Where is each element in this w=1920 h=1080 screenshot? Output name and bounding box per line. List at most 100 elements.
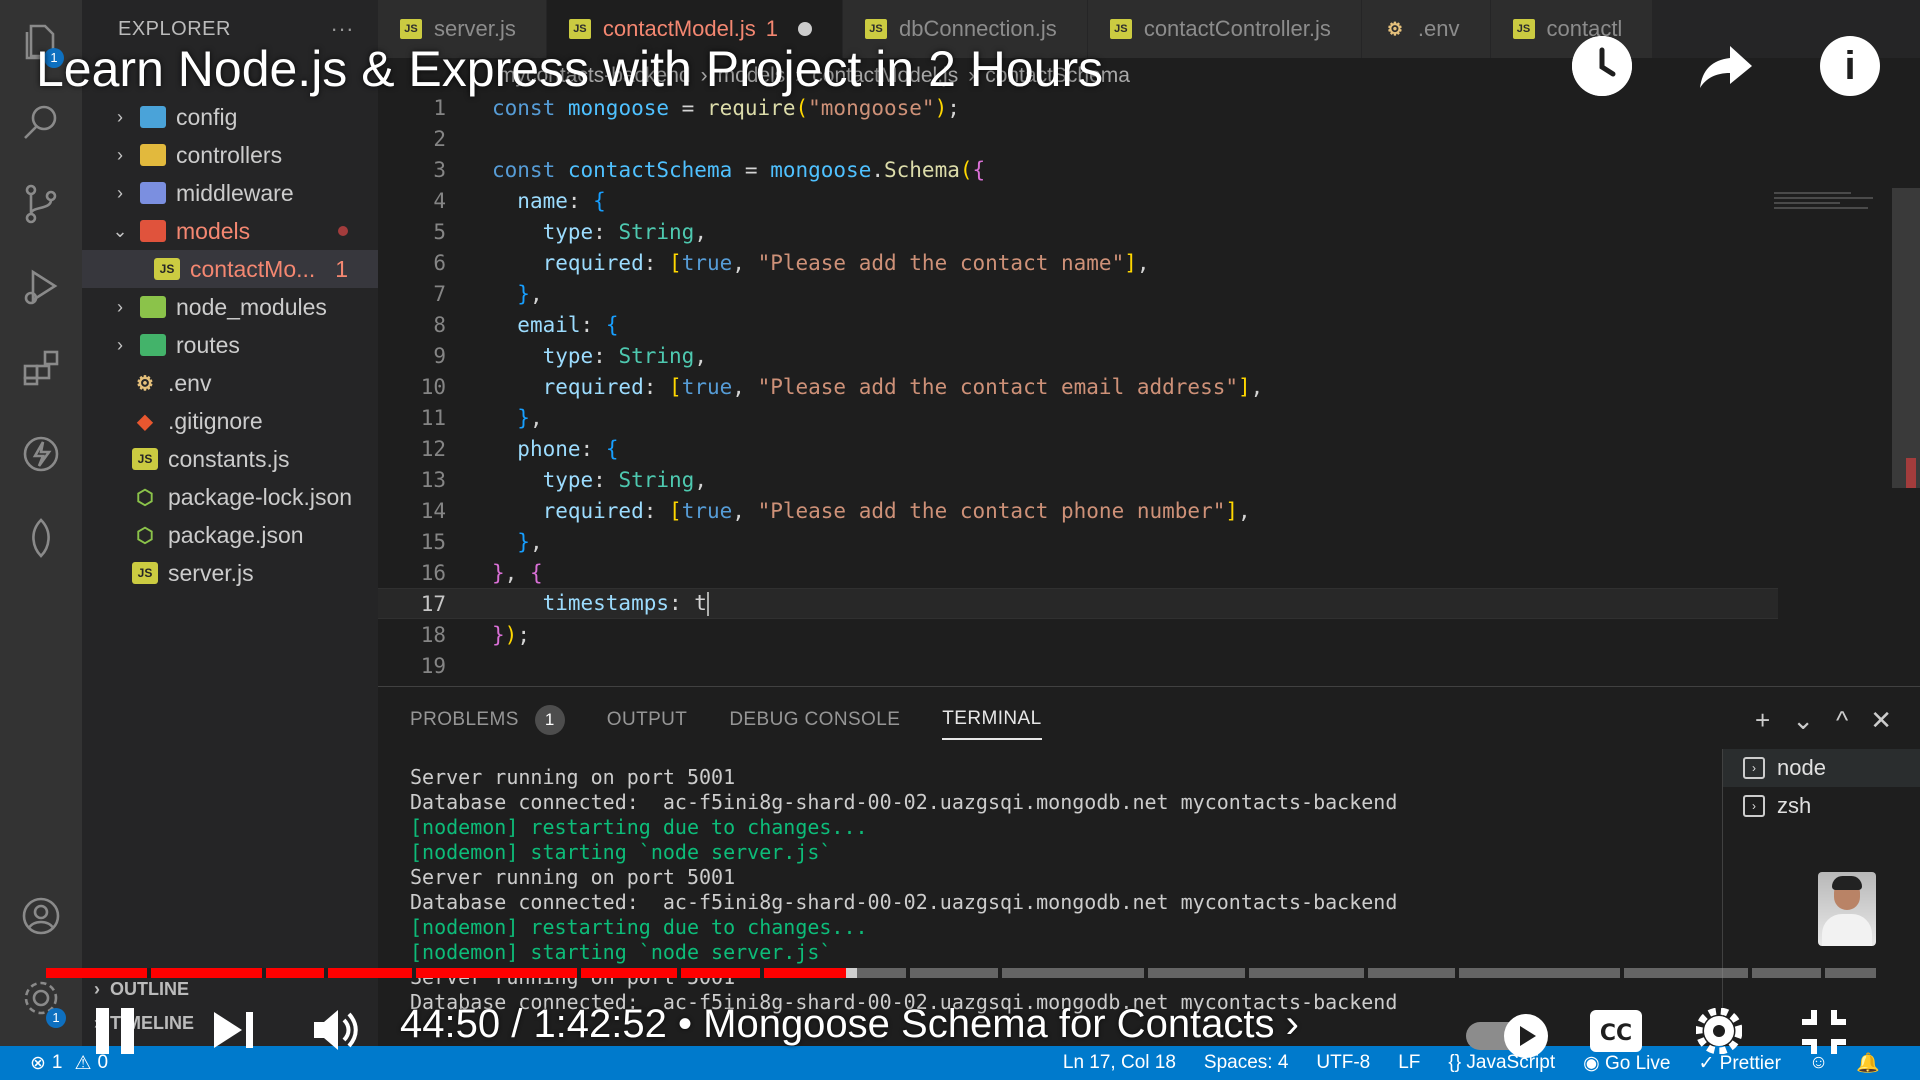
code-text: phone: { bbox=[517, 436, 619, 461]
line-number: 9 bbox=[433, 343, 446, 368]
next-icon[interactable] bbox=[212, 1010, 256, 1055]
presenter-avatar bbox=[1818, 872, 1876, 946]
panel-tab-problems[interactable]: PROBLEMS 1 bbox=[410, 700, 565, 740]
tree-item-config[interactable]: › config bbox=[82, 98, 378, 136]
chapter-marker bbox=[997, 968, 1002, 978]
editor-tab[interactable]: JS contactController.js bbox=[1087, 0, 1362, 58]
code-line[interactable]: 19 bbox=[378, 650, 1778, 681]
chevron-right-icon: › bbox=[117, 182, 123, 203]
run-debug-icon[interactable] bbox=[0, 246, 82, 326]
settings-icon[interactable] bbox=[1695, 1007, 1743, 1059]
tree-item-routes[interactable]: › routes bbox=[82, 326, 378, 364]
tree-item-gitignore[interactable]: ◆ .gitignore bbox=[82, 402, 378, 440]
panel-tab-output[interactable]: OUTPUT bbox=[607, 700, 688, 740]
code-editor[interactable]: 1 const mongoose = require("mongoose"); 2 3… bbox=[378, 94, 1920, 686]
tree-item-package-lock-json[interactable]: ⬡ package-lock.json bbox=[82, 478, 378, 516]
mongodb-leaf-icon[interactable] bbox=[0, 498, 82, 578]
code-line[interactable]: 8 email: { bbox=[378, 309, 1778, 340]
video-title[interactable]: Learn Node.js & Express with Project in … bbox=[36, 40, 1103, 98]
exit-fullscreen-icon[interactable] bbox=[1800, 1008, 1848, 1061]
tree-item-models[interactable]: ⌄ models bbox=[82, 212, 378, 250]
code-line[interactable]: 17 timestamps: t bbox=[378, 588, 1778, 619]
extensions-icon[interactable] bbox=[0, 328, 82, 408]
chapter-marker bbox=[1363, 968, 1368, 978]
chapter-marker bbox=[412, 968, 416, 978]
lightning-icon[interactable] bbox=[0, 414, 82, 494]
watch-later-icon[interactable] bbox=[1572, 36, 1632, 96]
code-text: }, bbox=[517, 529, 543, 554]
js-file-icon: JS bbox=[865, 19, 888, 39]
line-number: 18 bbox=[420, 622, 446, 647]
tree-item-server-js[interactable]: JS server.js bbox=[82, 554, 378, 592]
code-line[interactable]: 16}, { bbox=[378, 557, 1778, 588]
code-line[interactable]: 11 }, bbox=[378, 402, 1778, 433]
panel-tab-terminal[interactable]: TERMINAL bbox=[942, 700, 1042, 740]
code-line[interactable]: 6 required: [true, "Please add the conta… bbox=[378, 247, 1778, 278]
code-line[interactable]: 2 bbox=[378, 123, 1778, 154]
explorer-more-icon[interactable]: ··· bbox=[331, 16, 354, 42]
terminal-line: Database connected: ac-f5ini8g-shard-00-… bbox=[410, 890, 1398, 914]
tree-item-label: controllers bbox=[176, 141, 283, 168]
tab-label: contactModel.js bbox=[602, 16, 756, 41]
tree-item-package-json[interactable]: ⬡ package.json bbox=[82, 516, 378, 554]
terminal-instance[interactable]: › zsh bbox=[1723, 787, 1920, 825]
editor-tab[interactable]: ⚙ .env bbox=[1361, 0, 1491, 58]
chapter-marker bbox=[1455, 968, 1460, 978]
tree-item-env[interactable]: ⚙ .env bbox=[82, 364, 378, 402]
code-line[interactable]: 9 type: String, bbox=[378, 340, 1778, 371]
pause-icon[interactable] bbox=[94, 1008, 136, 1059]
share-icon[interactable] bbox=[1696, 36, 1756, 96]
terminal-line: Database connected: ac-f5ini8g-shard-00-… bbox=[410, 790, 1398, 814]
autoplay-toggle[interactable] bbox=[1466, 1014, 1550, 1065]
code-line[interactable]: 14 required: [true, "Please add the cont… bbox=[378, 495, 1778, 526]
info-icon[interactable]: i bbox=[1820, 36, 1880, 96]
code-line[interactable]: 13 type: String, bbox=[378, 464, 1778, 495]
code-text: name: { bbox=[517, 188, 606, 213]
code-line[interactable]: 3 const contactSchema = mongoose.Schema({ bbox=[378, 154, 1778, 185]
source-control-icon[interactable] bbox=[0, 164, 82, 244]
volume-icon[interactable] bbox=[312, 1008, 360, 1057]
env-file-icon: ⚙ bbox=[136, 372, 154, 395]
video-progress-bar[interactable] bbox=[46, 968, 1876, 978]
code-line[interactable]: 18}); bbox=[378, 619, 1778, 650]
tree-item-controllers[interactable]: › controllers bbox=[82, 136, 378, 174]
tree-item-node-modules[interactable]: › node_modules bbox=[82, 288, 378, 326]
new-terminal-icon[interactable]: + bbox=[1755, 705, 1770, 736]
code-line[interactable]: 5 type: String, bbox=[378, 216, 1778, 247]
tree-item-label: node_modules bbox=[176, 293, 327, 320]
code-line[interactable]: 15 }, bbox=[378, 526, 1778, 557]
unsaved-dot-icon[interactable] bbox=[798, 22, 813, 36]
folder-icon bbox=[140, 296, 166, 318]
terminal-dropdown-icon[interactable]: ⌄ bbox=[1792, 705, 1814, 736]
code-line[interactable]: 12 phone: { bbox=[378, 433, 1778, 464]
chevron-right-icon: › bbox=[117, 144, 123, 165]
tree-item-constants-js[interactable]: JS constants.js bbox=[82, 440, 378, 478]
line-number: 8 bbox=[433, 312, 446, 337]
chapter-marker bbox=[1747, 968, 1752, 978]
tree-item-contactmo[interactable]: JS contactMo... 1 bbox=[82, 250, 378, 288]
chapter-marker bbox=[1244, 968, 1249, 978]
panel-tab-debug-console[interactable]: DEBUG CONSOLE bbox=[729, 700, 900, 740]
code-line[interactable]: 7 }, bbox=[378, 278, 1778, 309]
tree-item-label: middleware bbox=[176, 179, 294, 206]
captions-icon[interactable]: CC bbox=[1590, 1010, 1642, 1057]
error-dot-icon bbox=[338, 226, 348, 236]
code-line[interactable]: 4 name: { bbox=[378, 185, 1778, 216]
code-line[interactable]: 10 required: [true, "Please add the cont… bbox=[378, 371, 1778, 402]
code-text: required: [true, "Please add the contact… bbox=[542, 374, 1264, 399]
chapter-marker bbox=[1619, 968, 1624, 978]
tree-item-middleware[interactable]: › middleware bbox=[82, 174, 378, 212]
tab-problem-count: 1 bbox=[765, 16, 779, 41]
close-panel-icon[interactable]: ✕ bbox=[1870, 705, 1892, 736]
line-number: 1 bbox=[433, 95, 446, 120]
svg-text:CC: CC bbox=[1600, 1021, 1632, 1046]
terminal-instance[interactable]: › node bbox=[1723, 749, 1920, 787]
maximize-panel-icon[interactable]: ^ bbox=[1836, 705, 1848, 736]
tab-label: contactController.js bbox=[1143, 16, 1331, 41]
line-number: 5 bbox=[433, 219, 446, 244]
account-icon[interactable] bbox=[0, 876, 82, 956]
minimap[interactable] bbox=[1774, 192, 1884, 232]
video-time-chapter[interactable]: 44:50 / 1:42:52 • Mongoose Schema for Co… bbox=[400, 1002, 1299, 1047]
code-text: email: { bbox=[517, 312, 619, 337]
editor-scrollbar[interactable] bbox=[1892, 188, 1920, 488]
